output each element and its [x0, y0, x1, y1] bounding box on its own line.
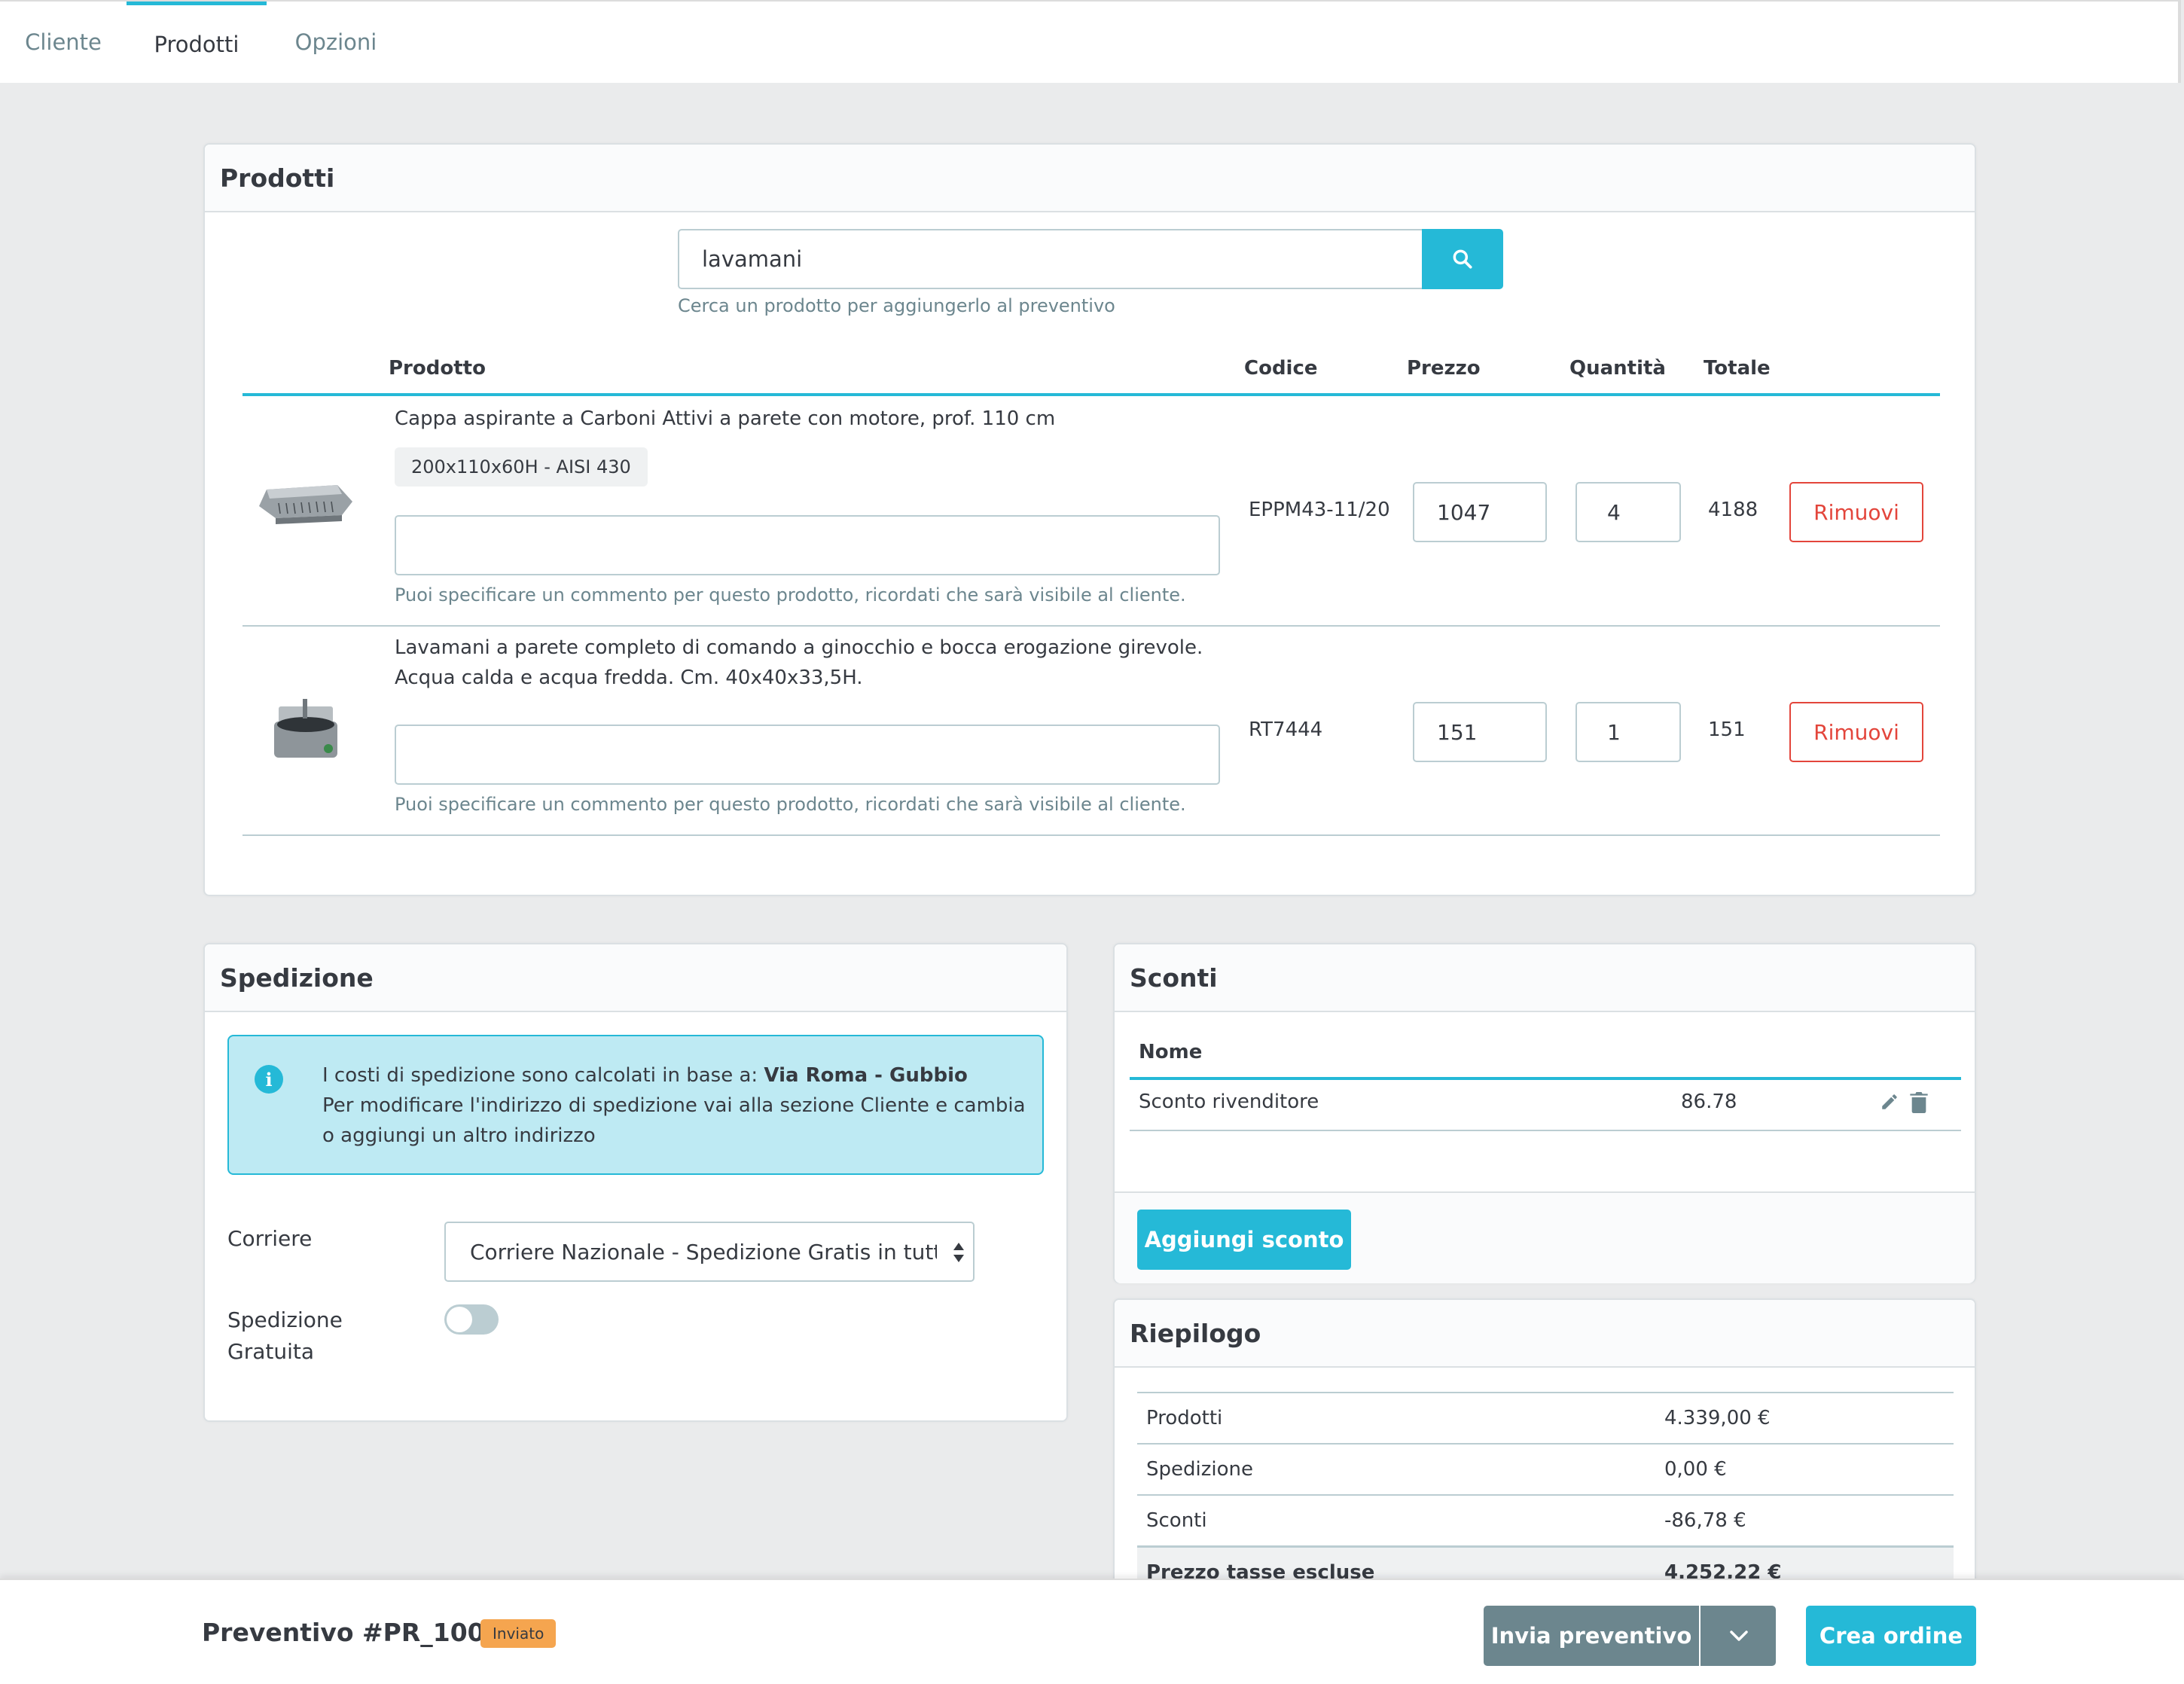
column-header-total: Totale [1704, 357, 1771, 380]
send-quote-button[interactable]: Invia preventivo [1484, 1606, 1701, 1666]
chevron-down-icon [1730, 1631, 1748, 1641]
product-image-sink [253, 676, 358, 782]
summary-label: Sconti [1146, 1509, 1207, 1532]
column-header-quantity: Quantità [1569, 357, 1666, 380]
delete-icon[interactable] [1910, 1092, 1928, 1113]
tab-prodotti[interactable]: Prodotti [127, 2, 267, 83]
product-total: 4188 [1708, 499, 1758, 521]
product-image-hood [253, 446, 358, 551]
discounts-card-title: Sconti [1115, 944, 1975, 1012]
product-comment-help: Puoi specificare un commento per questo … [395, 794, 1186, 815]
product-comment-input[interactable] [395, 515, 1220, 575]
shipping-info-line2: Per modificare l'indirizzo di spedizione… [322, 1094, 1026, 1147]
discounts-footer: Aggiungi sconto [1115, 1191, 1975, 1283]
shipping-info-line1: I costi di spedizione sono calcolati in … [322, 1064, 764, 1087]
bottom-action-bar: Preventivo #PR_1002 Inviato Invia preven… [0, 1579, 2184, 1684]
summary-value: 0,00 € [1664, 1458, 1727, 1481]
discounts-card: Sconti Nome Sconto rivenditore 86.78 Agg… [1113, 943, 1976, 1283]
select-arrows-icon [953, 1243, 964, 1262]
add-discount-button[interactable]: Aggiungi sconto [1137, 1210, 1351, 1270]
discount-header-divider [1130, 1077, 1961, 1080]
remove-product-button[interactable]: Rimuovi [1789, 702, 1923, 762]
send-quote-button-group: Invia preventivo [1484, 1606, 1776, 1666]
product-comment-help: Puoi specificare un commento per questo … [395, 584, 1186, 606]
product-quantity-input[interactable]: 4 [1575, 482, 1681, 542]
summary-row: Spedizione 0,00 € [1137, 1443, 1954, 1494]
products-card-title: Prodotti [205, 145, 1975, 212]
product-name: Lavamani a parete completo di comando a … [395, 636, 1203, 689]
summary-row: Sconti -86,78 € [1137, 1494, 1954, 1545]
product-search-input[interactable] [678, 229, 1423, 289]
product-search [678, 229, 1503, 291]
row-divider [242, 834, 1940, 836]
products-card: Prodotti Cerca un prodotto per aggiunger… [203, 143, 1976, 896]
shipping-info-alert: i I costi di spedizione sono calcolati i… [227, 1035, 1044, 1175]
product-code: EPPM43-11/20 [1249, 499, 1390, 521]
edit-icon[interactable] [1880, 1092, 1899, 1112]
carrier-select-value: Corriere Nazionale - Spedizione Gratis i… [470, 1239, 937, 1265]
column-header-product: Prodotto [389, 357, 486, 380]
send-options-dropdown[interactable] [1702, 1606, 1776, 1666]
discount-column-name: Nome [1139, 1041, 1203, 1063]
summary-value: 4.339,00 € [1664, 1407, 1771, 1429]
product-price-input[interactable]: 1047 [1413, 482, 1547, 542]
summary-label: Spedizione [1146, 1458, 1253, 1481]
summary-label: Prodotti [1146, 1407, 1223, 1429]
shipping-address: Via Roma - Gubbio [764, 1064, 968, 1087]
column-header-price: Prezzo [1407, 357, 1481, 380]
summary-value: -86,78 € [1664, 1509, 1746, 1532]
discount-row-divider [1130, 1130, 1961, 1131]
info-icon: i [255, 1065, 283, 1094]
product-quantity-input[interactable]: 1 [1575, 702, 1681, 762]
summary-card: Riepilogo Prodotti 4.339,00 € Spedizione… [1113, 1298, 1976, 1600]
summary-card-title: Riepilogo [1115, 1300, 1975, 1368]
free-shipping-label: Spedizione Gratuita [227, 1307, 343, 1364]
column-header-code: Codice [1244, 357, 1318, 380]
product-variant-badge: 200x110x60H - AISI 430 [395, 447, 648, 487]
product-total: 151 [1708, 718, 1746, 741]
carrier-select[interactable]: Corriere Nazionale - Spedizione Gratis i… [444, 1222, 975, 1282]
table-header-divider [242, 393, 1940, 396]
remove-product-button[interactable]: Rimuovi [1789, 482, 1923, 542]
search-button[interactable] [1422, 229, 1503, 289]
toggle-knob [447, 1307, 472, 1332]
tab-cliente[interactable]: Cliente [15, 2, 111, 83]
product-comment-input[interactable] [395, 725, 1220, 785]
free-shipping-toggle[interactable] [444, 1304, 499, 1335]
product-price-input[interactable]: 151 [1413, 702, 1547, 762]
product-search-help: Cerca un prodotto per aggiungerlo al pre… [678, 295, 1115, 316]
create-order-button[interactable]: Crea ordine [1806, 1606, 1976, 1666]
top-tab-bar: Cliente Prodotti Opzioni [0, 0, 2181, 83]
shipping-info-text: I costi di spedizione sono calcolati in … [322, 1060, 1030, 1151]
discount-name: Sconto rivenditore [1139, 1091, 1319, 1113]
discount-value: 86.78 [1681, 1091, 1737, 1113]
shipping-card-title: Spedizione [205, 944, 1066, 1012]
quote-title: Preventivo #PR_1002 [202, 1618, 502, 1647]
row-divider [242, 625, 1940, 627]
summary-row: Prodotti 4.339,00 € [1137, 1392, 1954, 1443]
product-code: RT7444 [1249, 718, 1323, 741]
status-badge: Inviato [480, 1619, 557, 1648]
tab-opzioni[interactable]: Opzioni [280, 2, 392, 83]
shipping-card: Spedizione i I costi di spedizione sono … [203, 943, 1068, 1422]
product-name: Cappa aspirante a Carboni Attivi a paret… [395, 407, 1056, 430]
search-icon [1453, 249, 1472, 269]
carrier-label: Corriere [227, 1226, 313, 1251]
